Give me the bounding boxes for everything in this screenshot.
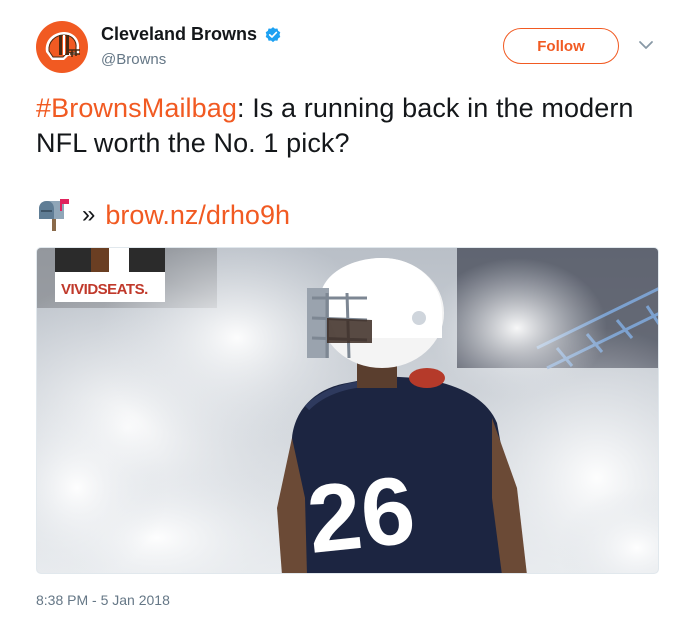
mailbox-icon [39,199,69,231]
tweet-link[interactable]: brow.nz/drho9h [105,200,290,231]
sponsor-logo: VIVIDSEATS. [55,248,165,302]
display-name[interactable]: Cleveland Browns [101,24,257,45]
tweet-photo[interactable]: 26 VIVIDSEATS. [36,247,659,574]
chevron-down-icon[interactable] [638,38,654,52]
tweet-link-line: » brow.nz/drho9h [36,195,290,235]
verified-badge-icon [265,26,281,42]
photo-canvas: 26 VIVIDSEATS. [37,248,658,574]
account-handle[interactable]: @Browns [101,51,166,68]
sponsor-logo-text: VIVIDSEATS. [61,281,148,298]
jersey-number: 26 [302,456,419,574]
avatar[interactable] [36,21,88,73]
account-name-row[interactable]: Cleveland Browns [101,24,282,45]
browns-helmet-icon [45,32,80,60]
link-separator: » [82,201,96,228]
tweet-timestamp[interactable]: 8:38 PM - 5 Jan 2018 [36,592,170,608]
tweet-text: #BrownsMailbag: Is a running back in the… [36,91,656,161]
hashtag-link[interactable]: #BrownsMailbag [36,93,237,123]
follow-button[interactable]: Follow [503,28,619,64]
